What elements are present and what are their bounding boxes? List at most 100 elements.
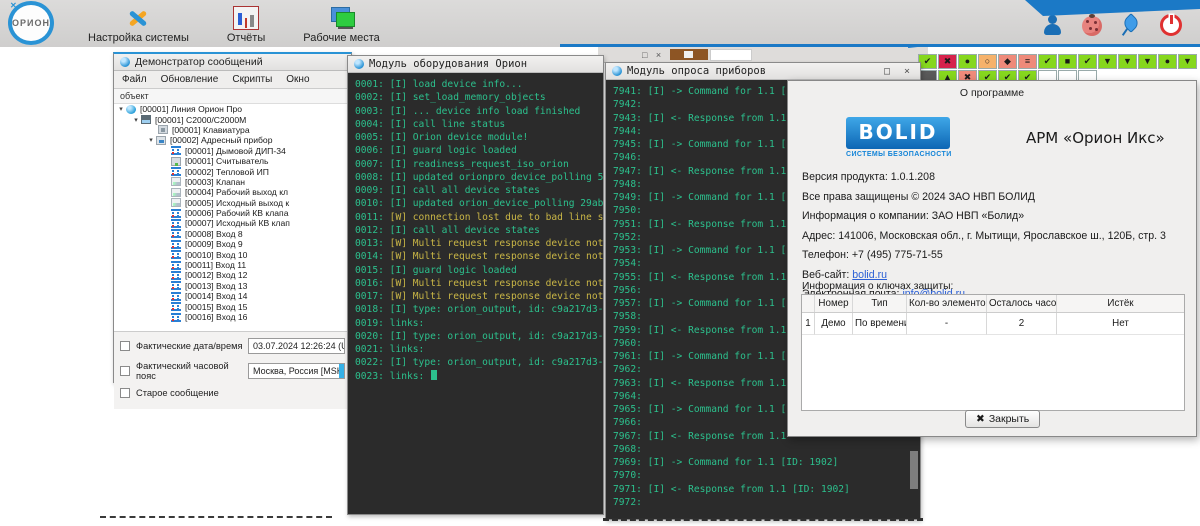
log-line: 0003: [I] ... device info load finished [355, 105, 603, 118]
about-info-line: Все права защищены © 2024 ЗАО НВП БОЛИД [802, 191, 1166, 203]
datetime-input[interactable]: 03.07.2024 12:26:24 (UTC) [248, 338, 345, 354]
log-line: 0004: [I] call line status [355, 118, 603, 131]
status-button[interactable]: ▼ [1138, 54, 1157, 69]
status-button[interactable]: ○ [978, 54, 997, 69]
tree-item[interactable]: [00010] Вход 10 [114, 249, 351, 259]
status-button[interactable]: ▼ [1118, 54, 1137, 69]
status-button[interactable]: ✖ [938, 54, 957, 69]
about-info-line: Информация о компании: ЗАО НВП «Болид» [802, 210, 1166, 222]
tree-item[interactable]: [00009] Вход 9 [114, 239, 351, 249]
status-button[interactable]: ✔ [1078, 54, 1097, 69]
about-info-link[interactable]: bolid.ru [852, 269, 887, 281]
tree-item-label: [00003] Клапан [185, 177, 245, 187]
datetime-checkbox[interactable] [120, 341, 130, 351]
tree-item[interactable]: [00003] Клапан [114, 177, 351, 187]
tree-item[interactable]: ▾ [00001] C2000/C2000M [114, 114, 351, 124]
status-button[interactable]: ◆ [998, 54, 1017, 69]
datetime-label: Фактические дата/время [136, 341, 248, 351]
device-type-icon [171, 292, 181, 301]
tree-item[interactable]: [00001] Считыватель [114, 156, 351, 166]
status-button[interactable]: ✔ [1038, 54, 1057, 69]
timezone-checkbox[interactable] [120, 366, 130, 376]
tree-item-label: [00007] Исходный КВ клап [185, 218, 290, 228]
status-button[interactable]: ▼ [1178, 54, 1197, 69]
log-line: 7970: [613, 469, 920, 482]
tree-item-label: [00005] Исходный выход к [185, 198, 289, 208]
menu-item[interactable]: Файл [122, 74, 147, 85]
status-button[interactable]: ▼ [1098, 54, 1117, 69]
background-window-field [710, 49, 752, 61]
menu-item[interactable]: Обновление [161, 74, 219, 85]
about-info-line: Веб-сайт: bolid.ru [802, 269, 1166, 281]
tree-item[interactable]: [00013] Вход 13 [114, 281, 351, 291]
device-type-icon [171, 167, 181, 176]
device-type-icon [171, 198, 181, 207]
terminal1-titlebar[interactable]: Модуль оборудования Орион [348, 56, 603, 73]
tree-item[interactable]: [00014] Вход 14 [114, 291, 351, 301]
device-type-icon [171, 146, 181, 155]
tree-item[interactable]: [00006] Рабочий КВ клапа [114, 208, 351, 218]
status-button[interactable]: ■ [1058, 54, 1077, 69]
license-table-header-cell: Номер [815, 295, 853, 312]
power-icon[interactable] [1160, 14, 1182, 36]
window-edge-dashed-right[interactable] [603, 518, 923, 521]
tree-window-titlebar[interactable]: Демонстратор сообщений [114, 54, 351, 71]
device-type-icon [171, 271, 181, 280]
old-message-checkbox[interactable] [120, 388, 130, 398]
tree-item[interactable]: [00001] Дымовой ДИП-34 [114, 146, 351, 156]
device-type-icon [141, 115, 151, 124]
tree-item[interactable]: ▾ [00002] Адресный прибор [114, 135, 351, 145]
device-type-icon [171, 250, 181, 259]
menu-item[interactable]: Окно [286, 74, 309, 85]
device-type-icon [171, 219, 181, 228]
bolid-tagline: СИСТЕМЫ БЕЗОПАСНОСТИ [846, 151, 950, 158]
tree-item[interactable]: [00012] Вход 12 [114, 270, 351, 280]
log-line: 7971: [I] <- Response from 1.1 [ID: 1902… [613, 483, 920, 496]
status-button[interactable]: ≡ [1018, 54, 1037, 69]
log-line: 7968: [613, 443, 920, 456]
about-info-line: Адрес: 141006, Московская обл., г. Мытищ… [802, 230, 1166, 242]
close-button[interactable]: ✖ Закрыть [965, 410, 1040, 428]
toolbar-button[interactable]: Отчёты [221, 4, 271, 46]
orion-logo: ОРИОН [8, 1, 54, 45]
tree-item[interactable]: [00001] Клавиатура [114, 125, 351, 135]
tree-item[interactable]: ▾ [00001] Линия Орион Про [114, 104, 351, 114]
window-controls[interactable]: □ × [884, 66, 914, 77]
tree-item-label: [00002] Тепловой ИП [185, 167, 269, 177]
tree-item-label: [00011] Вход 11 [185, 260, 246, 270]
old-message-label: Старое сообщение [136, 388, 248, 398]
status-button[interactable]: ● [1158, 54, 1177, 69]
user-icon[interactable] [1042, 14, 1064, 36]
status-button-strip-row1: ✔ ✖ ● ○ ◆ ≡ ✔ ■ ✔ ▼ ▼ ▼ ● ▼ [918, 54, 1200, 69]
expand-arrow-icon[interactable]: ▾ [146, 136, 156, 144]
timezone-select[interactable]: Москва, Россия [MSK (UTC+3)] [248, 363, 345, 379]
tree-item[interactable]: [00002] Тепловой ИП [114, 166, 351, 176]
tree-item[interactable]: [00007] Исходный КВ клап [114, 218, 351, 228]
pin-icon[interactable] [1120, 14, 1142, 36]
toolbar-button[interactable]: Рабочие места [297, 4, 386, 46]
tree-item[interactable]: [00004] Рабочий выход кл [114, 187, 351, 197]
tree-item[interactable]: [00015] Вход 15 [114, 301, 351, 311]
close-icon: ✖ [976, 413, 985, 425]
tree-item-label: [00001] Линия Орион Про [140, 104, 242, 114]
expand-arrow-icon[interactable]: ▾ [131, 116, 141, 124]
bug-icon[interactable] [1082, 16, 1102, 36]
tree-item-label: [00001] Клавиатура [172, 125, 250, 135]
device-type-icon [171, 188, 181, 197]
main-toolbar: ОРИОН Настройка системы Отчёты Рабочие м… [0, 0, 1200, 47]
tree-item[interactable]: [00005] Исходный выход к [114, 198, 351, 208]
background-window-controls[interactable]: □ × [642, 50, 664, 60]
device-type-icon [171, 229, 181, 238]
tree-item[interactable]: [00008] Вход 8 [114, 229, 351, 239]
tree-item[interactable]: [00016] Вход 16 [114, 312, 351, 322]
scrollbar-thumb[interactable] [910, 451, 918, 489]
toolbar-button-icon [233, 6, 259, 30]
menu-item[interactable]: Скрипты [232, 74, 272, 85]
toolbar-button-icon [125, 6, 151, 30]
tree-item[interactable]: [00011] Вход 11 [114, 260, 351, 270]
expand-arrow-icon[interactable]: ▾ [116, 105, 126, 113]
status-button[interactable]: ● [958, 54, 977, 69]
log-line: 0006: [I] guard logic loaded [355, 144, 603, 157]
toolbar-button[interactable]: Настройка системы [82, 4, 195, 46]
terminal2-titlebar[interactable]: Модуль опроса приборов □ × [606, 63, 920, 80]
